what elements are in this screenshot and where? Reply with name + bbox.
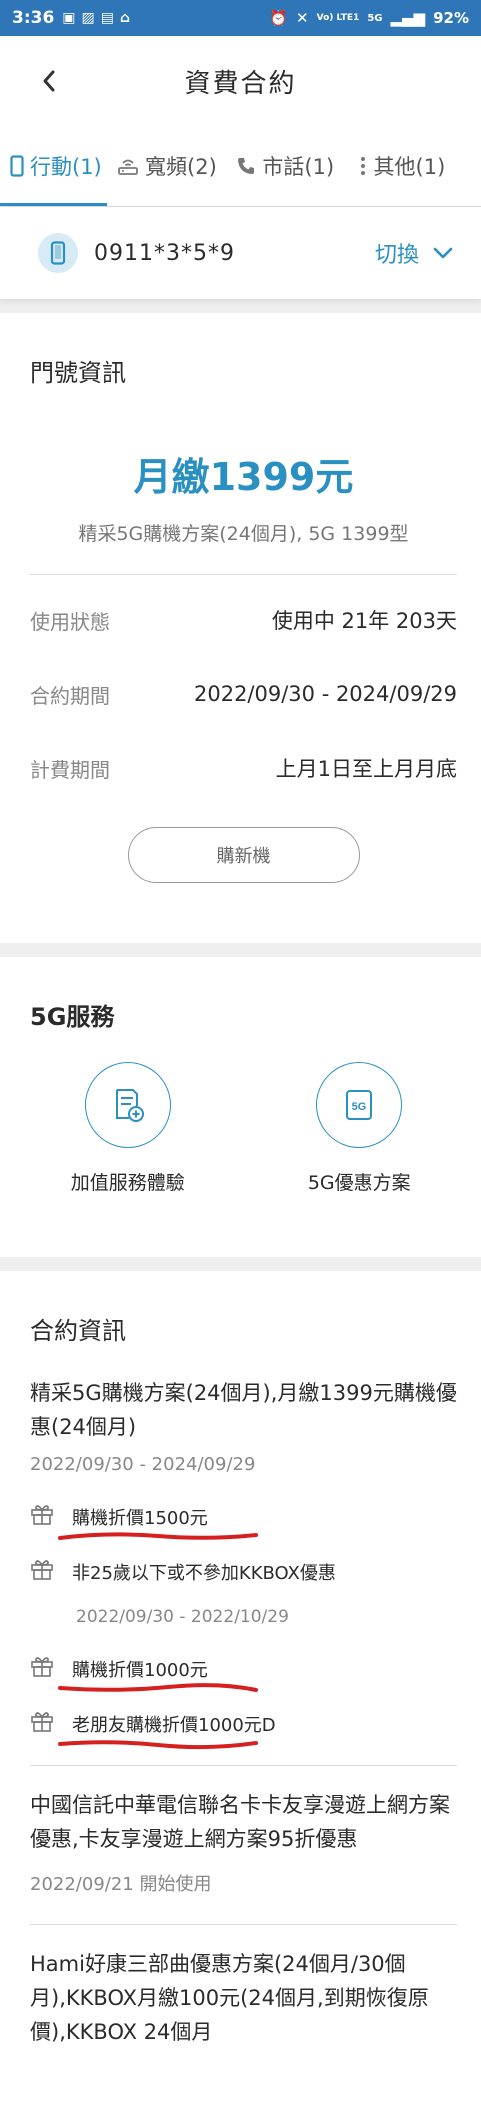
number-selector: 0911*3*5*9 切換 bbox=[0, 207, 481, 299]
home-icon: ⌂ bbox=[120, 10, 131, 26]
add-document-icon bbox=[84, 1062, 171, 1148]
gift-icon bbox=[30, 1655, 54, 1682]
section-title: 合約資訊 bbox=[30, 1317, 126, 1345]
row-value: 使用中 21年 203天 bbox=[271, 609, 457, 633]
row-value: 2022/09/30 - 2024/09/29 bbox=[193, 682, 457, 706]
battery-level: 92% bbox=[433, 9, 469, 27]
contract-item-title: 中國信託中華電信聯名卡卡友享漫遊上網方案優惠,卡友享漫遊上網方案95折優惠 bbox=[30, 1793, 450, 1851]
contract-info-card: 合約資訊 精采5G購機方案(24個月),月繳1399元購機優惠(24個月) 20… bbox=[0, 1271, 481, 2111]
row-value: 上月1日至上月月底 bbox=[275, 757, 457, 781]
billing-period-row: 計費期間 上月1日至上月月底 bbox=[30, 731, 457, 805]
contract-item-title: 精采5G購機方案(24個月),月繳1399元購機優惠(24個月) bbox=[30, 1381, 457, 1439]
row-label: 計費期間 bbox=[30, 757, 110, 782]
section-title: 5G服務 bbox=[30, 1003, 115, 1031]
promo-item: 購機折價1000元 bbox=[30, 1655, 457, 1692]
promo-text: 購機折價1000元 bbox=[72, 1659, 208, 1681]
category-tabs: 行動(1) 寬頻(2) 市話(1) 其他(1) bbox=[0, 126, 481, 207]
page-title: 資費合約 bbox=[184, 68, 297, 99]
tab-other[interactable]: 其他(1) bbox=[348, 126, 481, 206]
divider bbox=[30, 574, 457, 575]
5g-icon: 5G bbox=[316, 1062, 403, 1148]
tab-mobile[interactable]: 行動(1) bbox=[0, 126, 108, 206]
red-underline-annotation bbox=[58, 1682, 258, 1692]
tab-broadband[interactable]: 寬頻(2) bbox=[107, 126, 226, 206]
promo-text: 購機折價1500元 bbox=[72, 1507, 208, 1529]
signal-icon: ▂▄▆ bbox=[390, 9, 426, 27]
red-underline-annotation bbox=[58, 1739, 258, 1749]
usage-status-row: 使用狀態 使用中 21年 203天 bbox=[30, 583, 457, 657]
value-added-service-item[interactable]: 加值服務體驗 bbox=[30, 1062, 226, 1199]
row-label: 合約期間 bbox=[30, 683, 110, 708]
row-label: 使用狀態 bbox=[30, 609, 110, 634]
mobile-phone-icon bbox=[38, 233, 78, 273]
status-time: 3:36 bbox=[12, 8, 55, 28]
promo-item: 非25歲以下或不參加KKBOX優惠 bbox=[30, 1558, 457, 1585]
buy-new-phone-button[interactable]: 購新機 bbox=[127, 827, 360, 883]
5g-offer-item[interactable]: 5G 5G優惠方案 bbox=[262, 1062, 458, 1199]
network-indicator: 5G bbox=[367, 12, 383, 24]
gift-icon bbox=[30, 1503, 54, 1530]
chevron-left-icon bbox=[43, 70, 55, 92]
tab-mobile-label: 行動(1) bbox=[30, 155, 102, 179]
back-button[interactable] bbox=[34, 66, 64, 96]
tab-other-label: 其他(1) bbox=[373, 155, 446, 179]
router-icon bbox=[117, 156, 139, 176]
promo-date: 2022/09/30 - 2022/10/29 bbox=[76, 1607, 289, 1627]
tab-landline[interactable]: 市話(1) bbox=[226, 126, 347, 206]
red-underline-annotation bbox=[58, 1531, 258, 1540]
volte-indicator: Vo) LTE1 bbox=[316, 13, 360, 23]
more-vertical-icon bbox=[358, 155, 368, 177]
service-label: 加值服務體驗 bbox=[70, 1172, 185, 1194]
number-info-card: 門號資訊 月繳1399元 精采5G購機方案(24個月), 5G 1399型 使用… bbox=[0, 313, 481, 943]
gift-icon bbox=[30, 1710, 54, 1737]
status-bar: 3:36 ▣ ▨ ▤ ⌂ ⏰ ✕ Vo) LTE1 5G ▂▄▆ 92% bbox=[0, 0, 481, 36]
section-title: 門號資訊 bbox=[30, 359, 126, 387]
service-label: 5G優惠方案 bbox=[307, 1172, 411, 1194]
divider bbox=[30, 1924, 457, 1925]
promo-item: 老朋友購機折價1000元D bbox=[30, 1710, 457, 1749]
alarm-icon: ⏰ bbox=[269, 9, 289, 27]
contract-item-date: 2022/09/30 - 2024/09/29 bbox=[30, 1454, 256, 1475]
mobile-phone-icon bbox=[10, 155, 24, 177]
switch-label: 切換 bbox=[374, 243, 419, 268]
app-icon: ▤ bbox=[100, 10, 114, 26]
plan-name: 精采5G購機方案(24個月), 5G 1399型 bbox=[78, 523, 409, 545]
svg-text:5G: 5G bbox=[352, 1101, 367, 1113]
promo-text: 老朋友購機折價1000元D bbox=[72, 1714, 276, 1736]
phone-number: 0911*3*5*9 bbox=[94, 240, 235, 266]
switch-number-button[interactable]: 切換 bbox=[375, 237, 453, 269]
chevron-down-icon bbox=[433, 247, 453, 259]
contract-period-row: 合約期間 2022/09/30 - 2024/09/29 bbox=[30, 657, 457, 731]
tab-broadband-label: 寬頻(2) bbox=[145, 155, 217, 179]
phone-icon bbox=[236, 156, 256, 176]
contract-item-date: 2022/09/21 開始使用 bbox=[30, 1874, 212, 1895]
gift-icon bbox=[30, 1558, 54, 1585]
promo-text: 非25歲以下或不參加KKBOX優惠 bbox=[72, 1562, 336, 1584]
image-icon: ▨ bbox=[81, 10, 95, 26]
monthly-fee: 月繳1399元 bbox=[133, 455, 354, 499]
promo-item: 購機折價1500元 bbox=[30, 1503, 457, 1540]
notification-icon: ▣ bbox=[62, 10, 76, 26]
tab-landline-label: 市話(1) bbox=[262, 155, 335, 179]
mute-icon: ✕ bbox=[296, 9, 309, 27]
notification-icons: ▣ ▨ ▤ ⌂ bbox=[62, 10, 130, 26]
app-header: 資費合約 bbox=[0, 36, 481, 126]
5g-services-card: 5G服務 加值服務體驗 5G 5G優惠方案 bbox=[0, 957, 481, 1257]
contract-item-title: Hami好康三部曲優惠方案(24個月/30個月),KKBOX月繳100元(24個… bbox=[30, 1952, 429, 2044]
divider bbox=[30, 1765, 457, 1766]
